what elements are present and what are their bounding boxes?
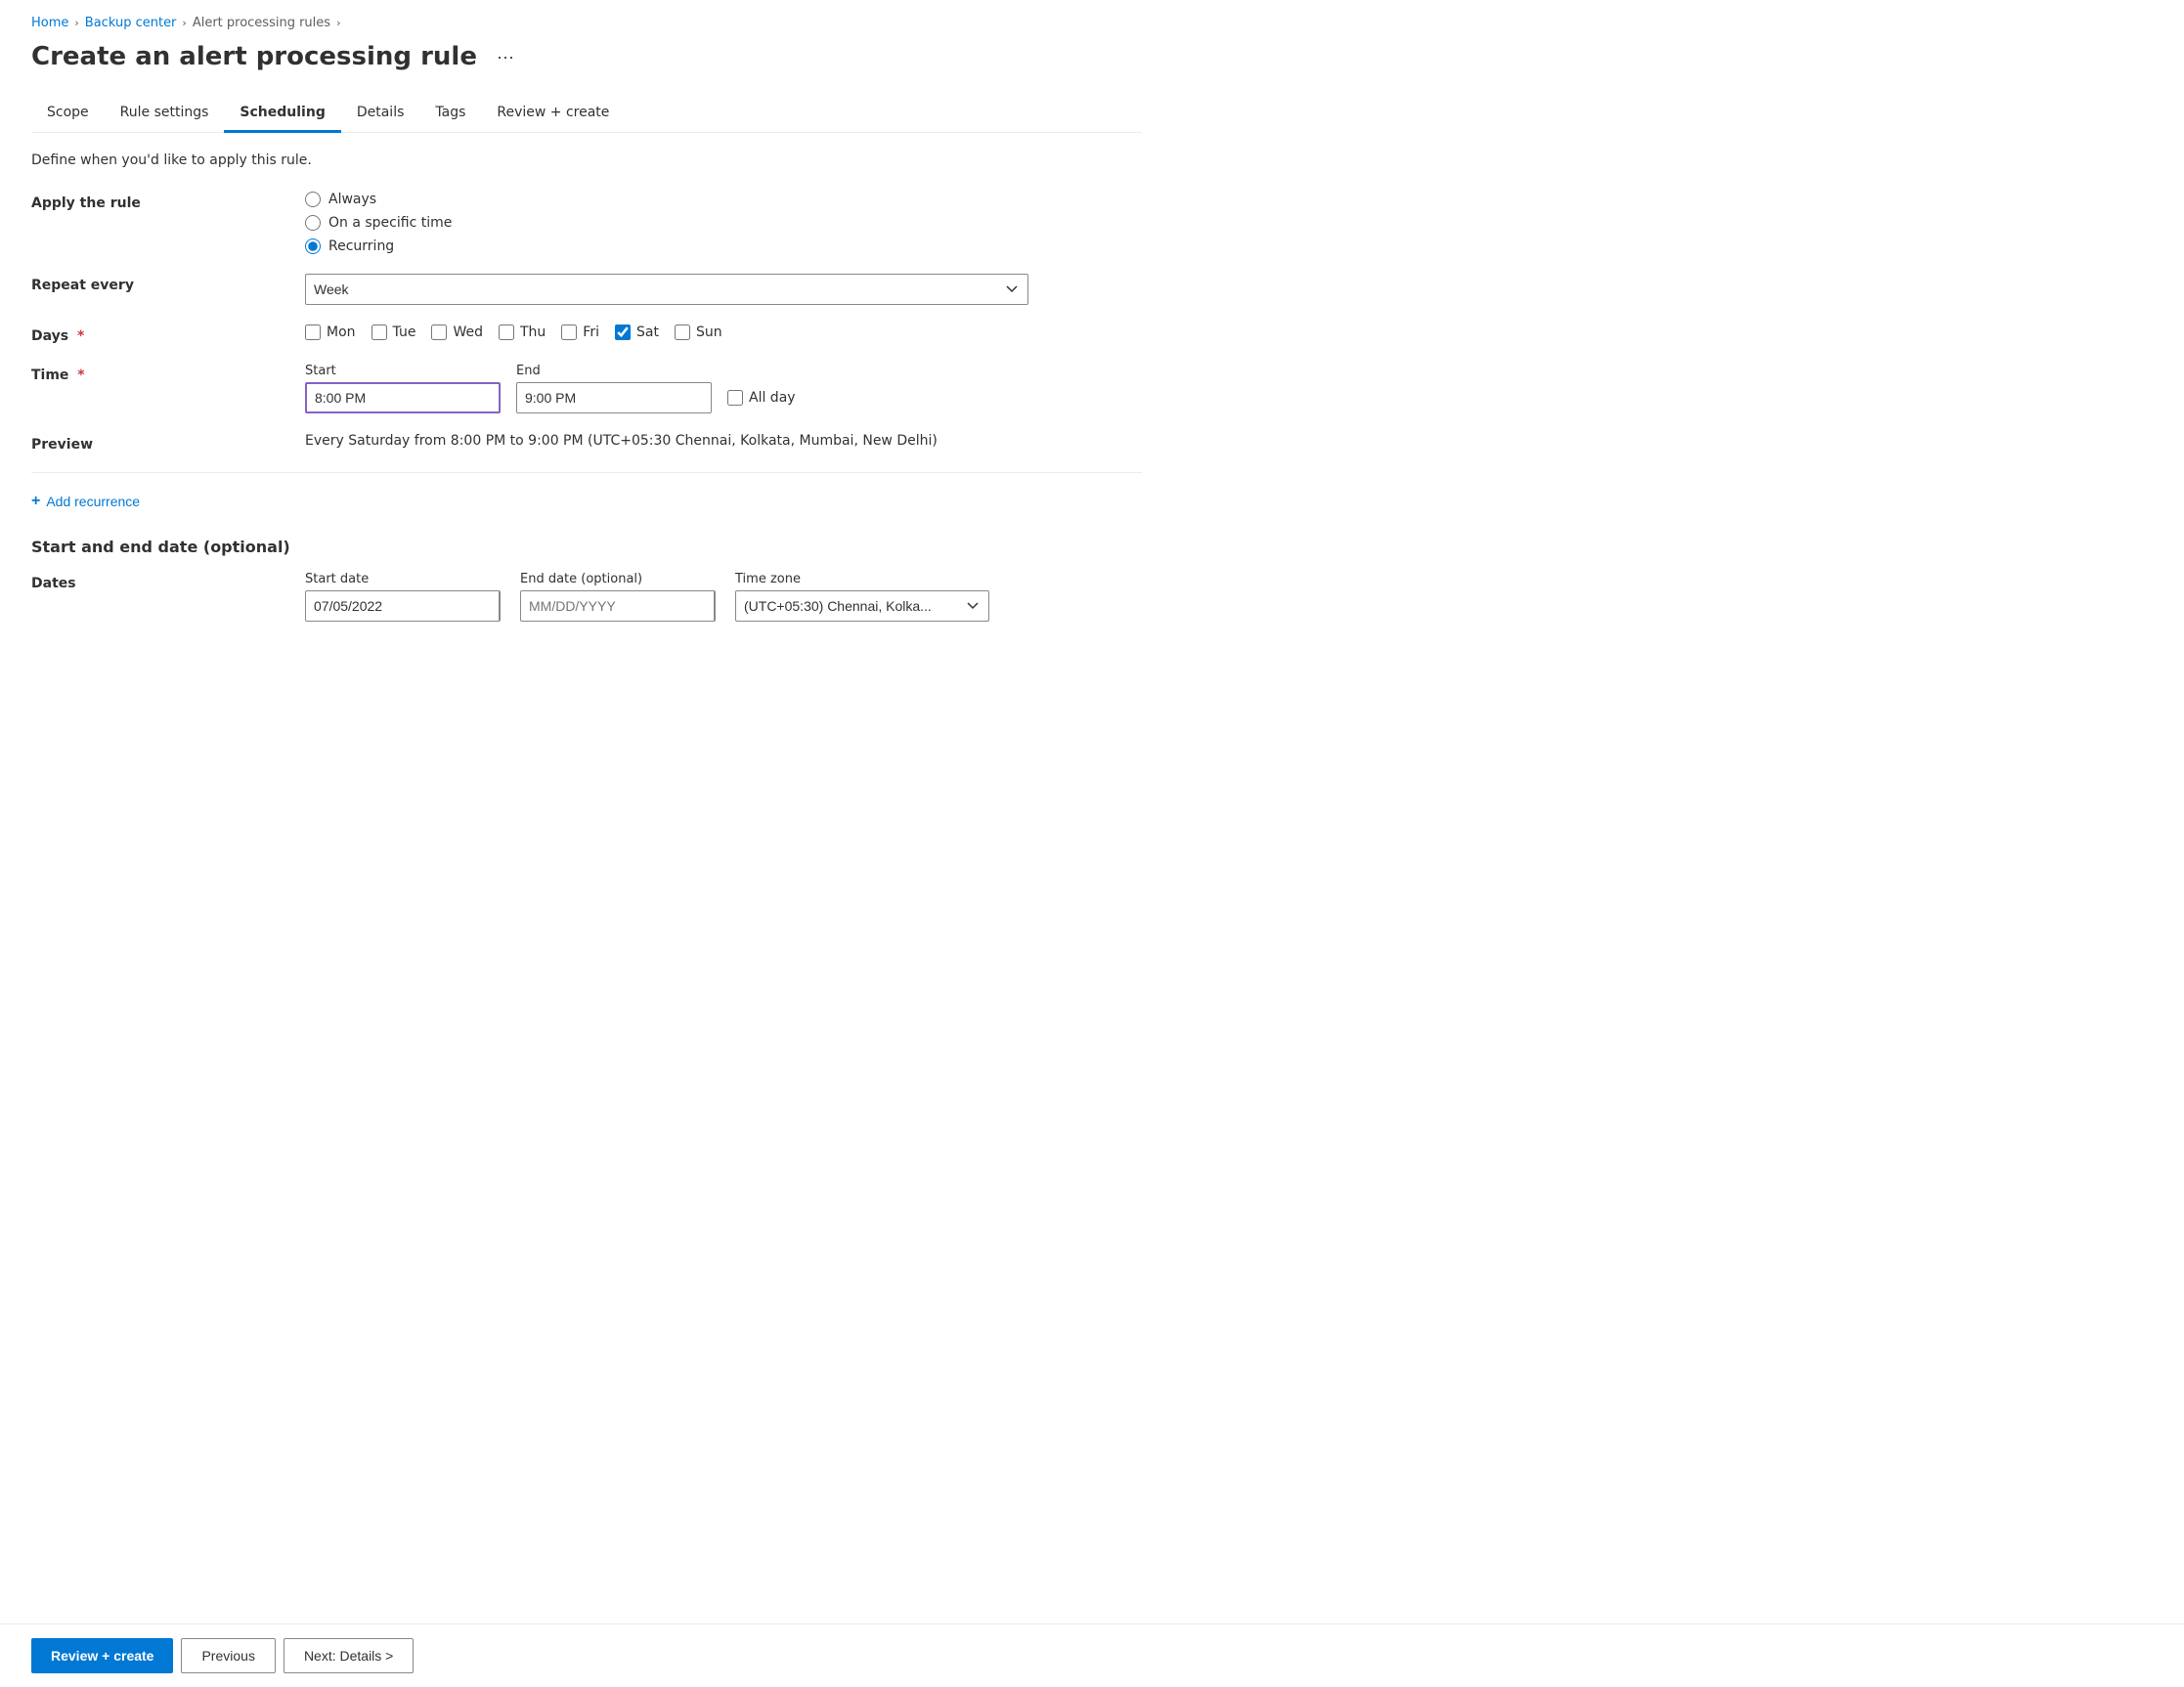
start-end-date-section: Start and end date (optional) Dates Star… xyxy=(31,538,1142,622)
time-required-star: * xyxy=(72,368,84,383)
previous-button[interactable]: Previous xyxy=(181,1638,275,1673)
radio-always[interactable]: Always xyxy=(305,192,1142,207)
time-label: Time * xyxy=(31,364,285,383)
radio-always-input[interactable] xyxy=(305,192,321,207)
timezone-label: Time zone xyxy=(735,572,989,586)
day-mon[interactable]: Mon xyxy=(305,324,356,340)
time-row: Time * Start End All day xyxy=(31,364,1142,413)
tab-details[interactable]: Details xyxy=(341,95,420,133)
next-button[interactable]: Next: Details > xyxy=(284,1638,414,1673)
end-date-label: End date (optional) xyxy=(520,572,716,586)
day-fri-label: Fri xyxy=(583,324,599,340)
days-label: Days * xyxy=(31,324,285,344)
day-sat-checkbox[interactable] xyxy=(615,324,631,340)
page-title: Create an alert processing rule xyxy=(31,42,477,71)
day-mon-checkbox[interactable] xyxy=(305,324,321,340)
breadcrumb-backup-center[interactable]: Backup center xyxy=(85,16,177,30)
day-fri[interactable]: Fri xyxy=(561,324,599,340)
day-mon-label: Mon xyxy=(327,324,356,340)
footer: Review + create Previous Next: Details > xyxy=(0,1623,2184,1687)
breadcrumb-sep-1: › xyxy=(74,17,78,29)
timezone-field: Time zone (UTC+05:30) Chennai, Kolka... … xyxy=(735,572,989,622)
dates-row: Dates Start date 📅 End date (optional) xyxy=(31,572,1142,622)
end-time-input[interactable] xyxy=(516,382,712,413)
radio-specific-time-input[interactable] xyxy=(305,215,321,231)
page-subtitle: Define when you'd like to apply this rul… xyxy=(31,152,1142,168)
repeat-every-select[interactable]: Day Week Month xyxy=(305,274,1028,305)
start-time-field: Start xyxy=(305,364,501,413)
radio-specific-time-label: On a specific time xyxy=(328,215,452,231)
plus-icon: + xyxy=(31,493,40,510)
end-date-input[interactable] xyxy=(521,591,714,621)
days-group: Mon Tue Wed Thu Fri xyxy=(305,324,1142,340)
add-recurrence-button[interactable]: + Add recurrence xyxy=(31,489,140,514)
breadcrumb-sep-2: › xyxy=(182,17,186,29)
tab-scheduling[interactable]: Scheduling xyxy=(224,95,340,133)
preview-label: Preview xyxy=(31,433,285,453)
start-time-label: Start xyxy=(305,364,501,378)
day-thu-checkbox[interactable] xyxy=(499,324,514,340)
breadcrumb-sep-3: › xyxy=(336,17,340,29)
start-date-input[interactable] xyxy=(306,591,499,621)
start-time-input[interactable] xyxy=(305,382,501,413)
repeat-every-row: Repeat every Day Week Month xyxy=(31,274,1142,305)
tab-scope[interactable]: Scope xyxy=(31,95,105,133)
start-date-input-wrap: 📅 xyxy=(305,590,501,622)
apply-rule-label: Apply the rule xyxy=(31,192,285,211)
divider-1 xyxy=(31,472,1142,473)
day-sun-checkbox[interactable] xyxy=(675,324,690,340)
preview-row: Preview Every Saturday from 8:00 PM to 9… xyxy=(31,433,1142,453)
timezone-select[interactable]: (UTC+05:30) Chennai, Kolka... (UTC+00:00… xyxy=(735,590,989,622)
tabs-container: Scope Rule settings Scheduling Details T… xyxy=(31,95,1142,133)
start-date-field: Start date 📅 xyxy=(305,572,501,622)
tab-review-create[interactable]: Review + create xyxy=(481,95,625,133)
day-wed-label: Wed xyxy=(453,324,483,340)
day-sun[interactable]: Sun xyxy=(675,324,722,340)
ellipsis-button[interactable]: ··· xyxy=(489,43,522,71)
apply-rule-row: Apply the rule Always On a specific time… xyxy=(31,192,1142,254)
day-tue-label: Tue xyxy=(393,324,416,340)
start-date-calendar-icon[interactable]: 📅 xyxy=(499,591,501,621)
end-date-field: End date (optional) 📅 xyxy=(520,572,716,622)
review-create-button[interactable]: Review + create xyxy=(31,1638,173,1673)
end-time-field: End xyxy=(516,364,712,413)
section-heading-dates: Start and end date (optional) xyxy=(31,538,1142,556)
day-thu[interactable]: Thu xyxy=(499,324,546,340)
radio-recurring-label: Recurring xyxy=(328,238,394,254)
radio-recurring[interactable]: Recurring xyxy=(305,238,1142,254)
day-sun-label: Sun xyxy=(696,324,722,340)
day-wed-checkbox[interactable] xyxy=(431,324,447,340)
days-row: Days * Mon Tue Wed Thu xyxy=(31,324,1142,344)
tab-tags[interactable]: Tags xyxy=(419,95,481,133)
day-tue-checkbox[interactable] xyxy=(371,324,387,340)
day-sat[interactable]: Sat xyxy=(615,324,659,340)
day-fri-checkbox[interactable] xyxy=(561,324,577,340)
end-date-input-wrap: 📅 xyxy=(520,590,716,622)
add-recurrence-label: Add recurrence xyxy=(46,494,140,509)
radio-always-label: Always xyxy=(328,192,376,207)
dates-fields: Start date 📅 End date (optional) 📅 xyxy=(305,572,1142,622)
breadcrumb: Home › Backup center › Alert processing … xyxy=(31,16,1142,30)
preview-text: Every Saturday from 8:00 PM to 9:00 PM (… xyxy=(305,429,938,449)
allday-checkbox[interactable] xyxy=(727,390,743,406)
breadcrumb-alert-rules: Alert processing rules xyxy=(193,16,330,30)
end-date-calendar-icon[interactable]: 📅 xyxy=(714,591,716,621)
allday-option[interactable]: All day xyxy=(727,390,796,410)
day-wed[interactable]: Wed xyxy=(431,324,483,340)
dates-label: Dates xyxy=(31,572,285,591)
repeat-every-label: Repeat every xyxy=(31,274,285,293)
radio-recurring-input[interactable] xyxy=(305,238,321,254)
time-fields: Start End All day xyxy=(305,364,1142,413)
day-thu-label: Thu xyxy=(520,324,546,340)
breadcrumb-home[interactable]: Home xyxy=(31,16,68,30)
day-sat-label: Sat xyxy=(636,324,659,340)
days-required-star: * xyxy=(72,328,84,344)
start-date-label: Start date xyxy=(305,572,501,586)
apply-rule-radio-group: Always On a specific time Recurring xyxy=(305,192,1142,254)
radio-specific-time[interactable]: On a specific time xyxy=(305,215,1142,231)
day-tue[interactable]: Tue xyxy=(371,324,416,340)
allday-label: All day xyxy=(749,390,796,406)
end-time-label: End xyxy=(516,364,712,378)
tab-rule-settings[interactable]: Rule settings xyxy=(105,95,225,133)
